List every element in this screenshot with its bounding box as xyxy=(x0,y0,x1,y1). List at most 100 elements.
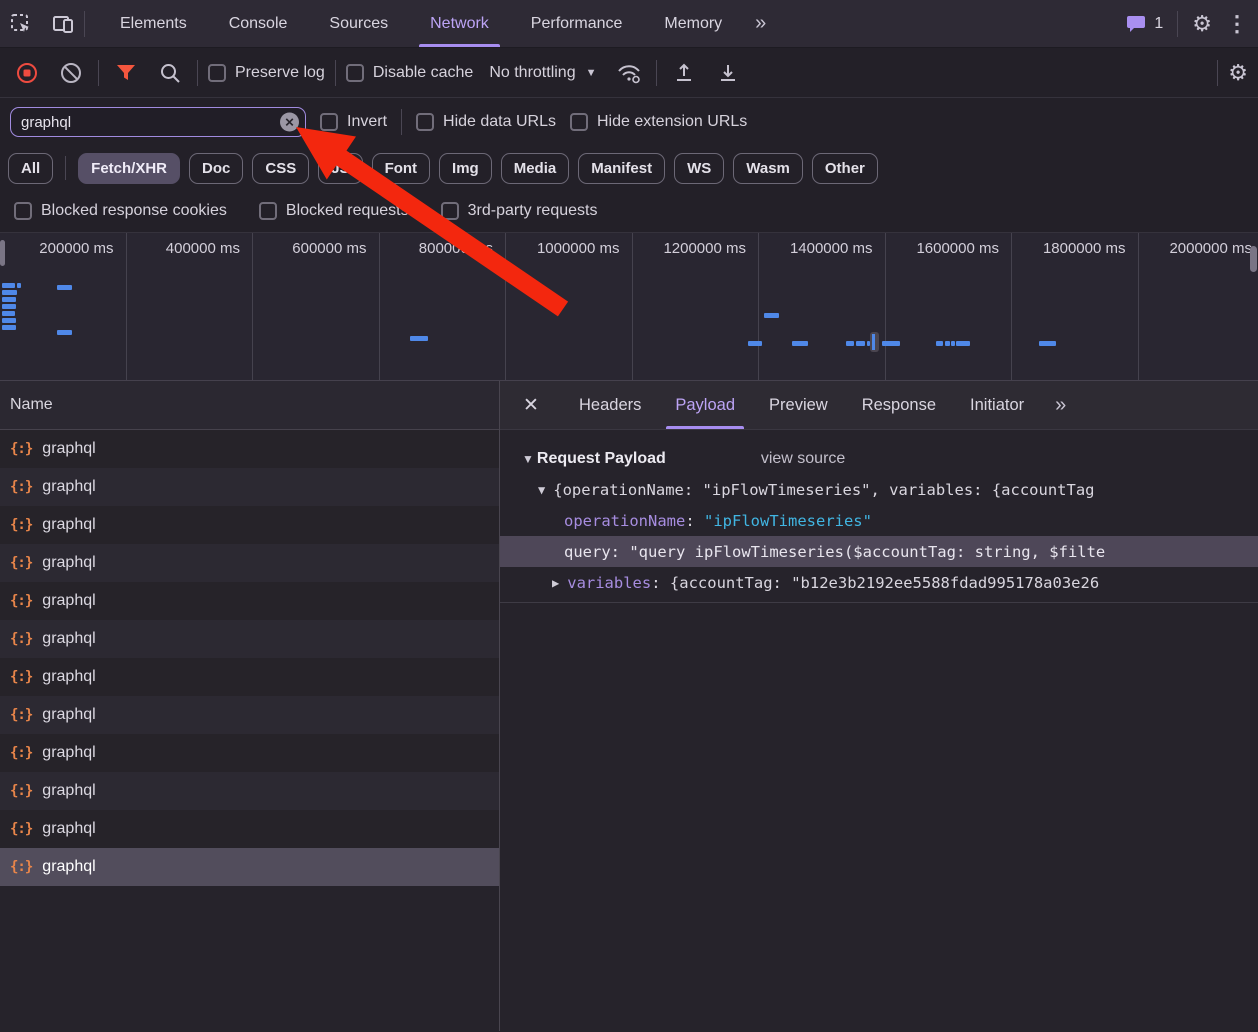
waterfall-bar xyxy=(792,341,808,346)
timeline-right-grip[interactable] xyxy=(1250,246,1257,272)
panel-tabs: Elements Console Sources Network Perform… xyxy=(99,0,778,47)
filter-funnel-icon[interactable] xyxy=(109,56,143,90)
tab-payload[interactable]: Payload xyxy=(658,381,752,429)
request-row[interactable]: {:} graphql xyxy=(0,430,499,468)
collapse-triangle-icon[interactable]: ▼ xyxy=(522,452,534,466)
tab-preview[interactable]: Preview xyxy=(752,381,845,429)
request-row[interactable]: {:} graphql xyxy=(0,772,499,810)
filter-chip-other[interactable]: Other xyxy=(811,152,878,184)
root-collapse-triangle-icon[interactable]: ▼ xyxy=(538,483,545,497)
hide-extension-urls-checkbox[interactable]: Hide extension URLs xyxy=(569,113,747,131)
blocked-requests-checkbox[interactable]: Blocked requests xyxy=(258,202,409,220)
filter-chip-ws[interactable]: WS xyxy=(674,152,725,184)
tab-memory[interactable]: Memory xyxy=(643,0,743,47)
timeline-tick: 1400000 ms xyxy=(759,233,886,380)
request-row[interactable]: {:} graphql xyxy=(0,734,499,772)
tab-network[interactable]: Network xyxy=(409,0,510,47)
request-name-label: graphql xyxy=(42,440,96,457)
details-more-tabs-icon[interactable]: » xyxy=(1041,381,1080,429)
request-row[interactable]: {:} graphql xyxy=(0,620,499,658)
blocked-response-cookies-box xyxy=(14,202,32,220)
close-details-icon[interactable]: ✕ xyxy=(500,381,562,429)
tab-initiator[interactable]: Initiator xyxy=(953,381,1041,429)
request-row[interactable]: {:} graphql xyxy=(0,582,499,620)
request-row[interactable]: {:} graphql xyxy=(0,468,499,506)
filter-chip-doc[interactable]: Doc xyxy=(189,152,244,184)
filter-chip-all[interactable]: All xyxy=(8,152,54,184)
filter-chip-manifest[interactable]: Manifest xyxy=(578,152,666,184)
devtools-top-bar: Elements Console Sources Network Perform… xyxy=(0,0,1258,48)
view-source-link[interactable]: view source xyxy=(761,450,845,468)
payload-pane: ▼ Request Payload view source ▼ {operati… xyxy=(500,430,1258,1031)
network-settings-gear-icon[interactable]: ⚙ xyxy=(1228,61,1248,84)
tab-response[interactable]: Response xyxy=(845,381,953,429)
operation-name-key: operationName xyxy=(564,511,686,530)
tab-elements[interactable]: Elements xyxy=(99,0,208,47)
hide-data-urls-checkbox[interactable]: Hide data URLs xyxy=(416,113,556,131)
request-type-chips: All Fetch/XHR Doc CSS JS Font Img Media Manifest… xyxy=(0,146,1258,190)
filter-chip-media[interactable]: Media xyxy=(500,152,570,184)
filter-input-wrap: ✕ xyxy=(10,107,306,137)
name-column-header[interactable]: Name xyxy=(0,381,499,430)
issues-counter[interactable]: 1 xyxy=(1127,15,1163,33)
clear-filter-icon[interactable]: ✕ xyxy=(280,112,299,132)
timeline-tick: 1600000 ms xyxy=(886,233,1012,380)
device-toolbar-icon[interactable] xyxy=(42,0,84,47)
filter-chip-font[interactable]: Font xyxy=(371,152,431,184)
operation-name-row[interactable]: operationName: "ipFlowTimeseries" xyxy=(500,505,1258,536)
request-row[interactable]: {:} graphql xyxy=(0,658,499,696)
request-row[interactable]: {:} graphql xyxy=(0,810,499,848)
filter-chip-img[interactable]: Img xyxy=(439,152,492,184)
filter-separator xyxy=(401,109,403,135)
request-row[interactable]: {:} graphql xyxy=(0,696,499,734)
tab-sources[interactable]: Sources xyxy=(308,0,409,47)
record-network-log-icon[interactable] xyxy=(10,56,44,90)
waterfall-bar xyxy=(764,313,779,318)
filter-chip-fetch-xhr[interactable]: Fetch/XHR xyxy=(78,152,181,184)
preserve-log-label: Preserve log xyxy=(235,63,325,81)
filter-chip-js[interactable]: JS xyxy=(318,152,363,184)
clear-network-log-icon[interactable] xyxy=(54,56,88,90)
preserve-log-checkbox[interactable]: Preserve log xyxy=(208,63,325,82)
tab-performance[interactable]: Performance xyxy=(510,0,644,47)
search-icon[interactable] xyxy=(153,56,187,90)
hide-data-urls-label: Hide data URLs xyxy=(443,113,556,130)
request-payload-section: ▼ Request Payload view source xyxy=(500,444,1258,474)
request-details-panel: ✕ Headers Payload Preview Response Initi… xyxy=(500,381,1258,1031)
request-row[interactable]: {:} graphql xyxy=(0,506,499,544)
invert-checkbox[interactable]: Invert xyxy=(320,113,387,131)
network-toolbar: Preserve log Disable cache No throttling… xyxy=(0,48,1258,98)
request-row[interactable]: {:} graphql xyxy=(0,544,499,582)
filter-chip-wasm[interactable]: Wasm xyxy=(733,152,803,184)
tab-console[interactable]: Console xyxy=(208,0,309,47)
inspect-element-icon[interactable] xyxy=(0,0,42,47)
network-overview-timeline[interactable]: 200000 ms 400000 ms 600000 ms 800000 ms 1000… xyxy=(0,233,1258,381)
timeline-left-grip[interactable] xyxy=(0,240,5,266)
timeline-tick-labels: 200000 ms 400000 ms 600000 ms 800000 ms 1000… xyxy=(0,233,1258,380)
payload-root-row[interactable]: ▼ {operationName: "ipFlowTimeseries", va… xyxy=(500,474,1258,505)
tab-headers[interactable]: Headers xyxy=(562,381,658,429)
third-party-requests-checkbox[interactable]: 3rd-party requests xyxy=(440,202,597,220)
query-row[interactable]: query: "query ipFlowTimeseries($accountT… xyxy=(500,536,1258,567)
kebab-menu-icon[interactable]: ⋮ xyxy=(1226,12,1248,35)
disable-cache-checkbox[interactable]: Disable cache xyxy=(345,63,473,82)
settings-gear-icon[interactable]: ⚙ xyxy=(1192,12,1212,35)
query-key: query xyxy=(564,542,611,561)
waterfall-bar xyxy=(2,304,16,309)
filter-input[interactable] xyxy=(10,107,306,137)
import-har-icon[interactable] xyxy=(667,56,701,90)
network-conditions-icon[interactable] xyxy=(612,56,646,90)
variables-row[interactable]: ▶ variables: {accountTag: "b12e3b2192ee5… xyxy=(500,567,1258,598)
disable-cache-box xyxy=(345,63,364,82)
filter-chip-css[interactable]: CSS xyxy=(252,152,310,184)
json-braces-icon: {:} xyxy=(10,593,33,609)
blocked-response-cookies-checkbox[interactable]: Blocked response cookies xyxy=(14,202,227,220)
chevron-down-icon: ▼ xyxy=(585,66,597,79)
throttling-dropdown[interactable]: No throttling ▼ xyxy=(483,64,602,82)
expand-triangle-icon[interactable]: ▶ xyxy=(552,576,559,590)
timeline-tick: 800000 ms xyxy=(380,233,506,380)
request-row[interactable]: {:} graphql xyxy=(0,848,499,886)
export-har-icon[interactable] xyxy=(711,56,745,90)
more-tabs-icon[interactable]: » xyxy=(743,0,778,47)
query-value: "query ipFlowTimeseries($accountTag: str… xyxy=(629,542,1106,561)
